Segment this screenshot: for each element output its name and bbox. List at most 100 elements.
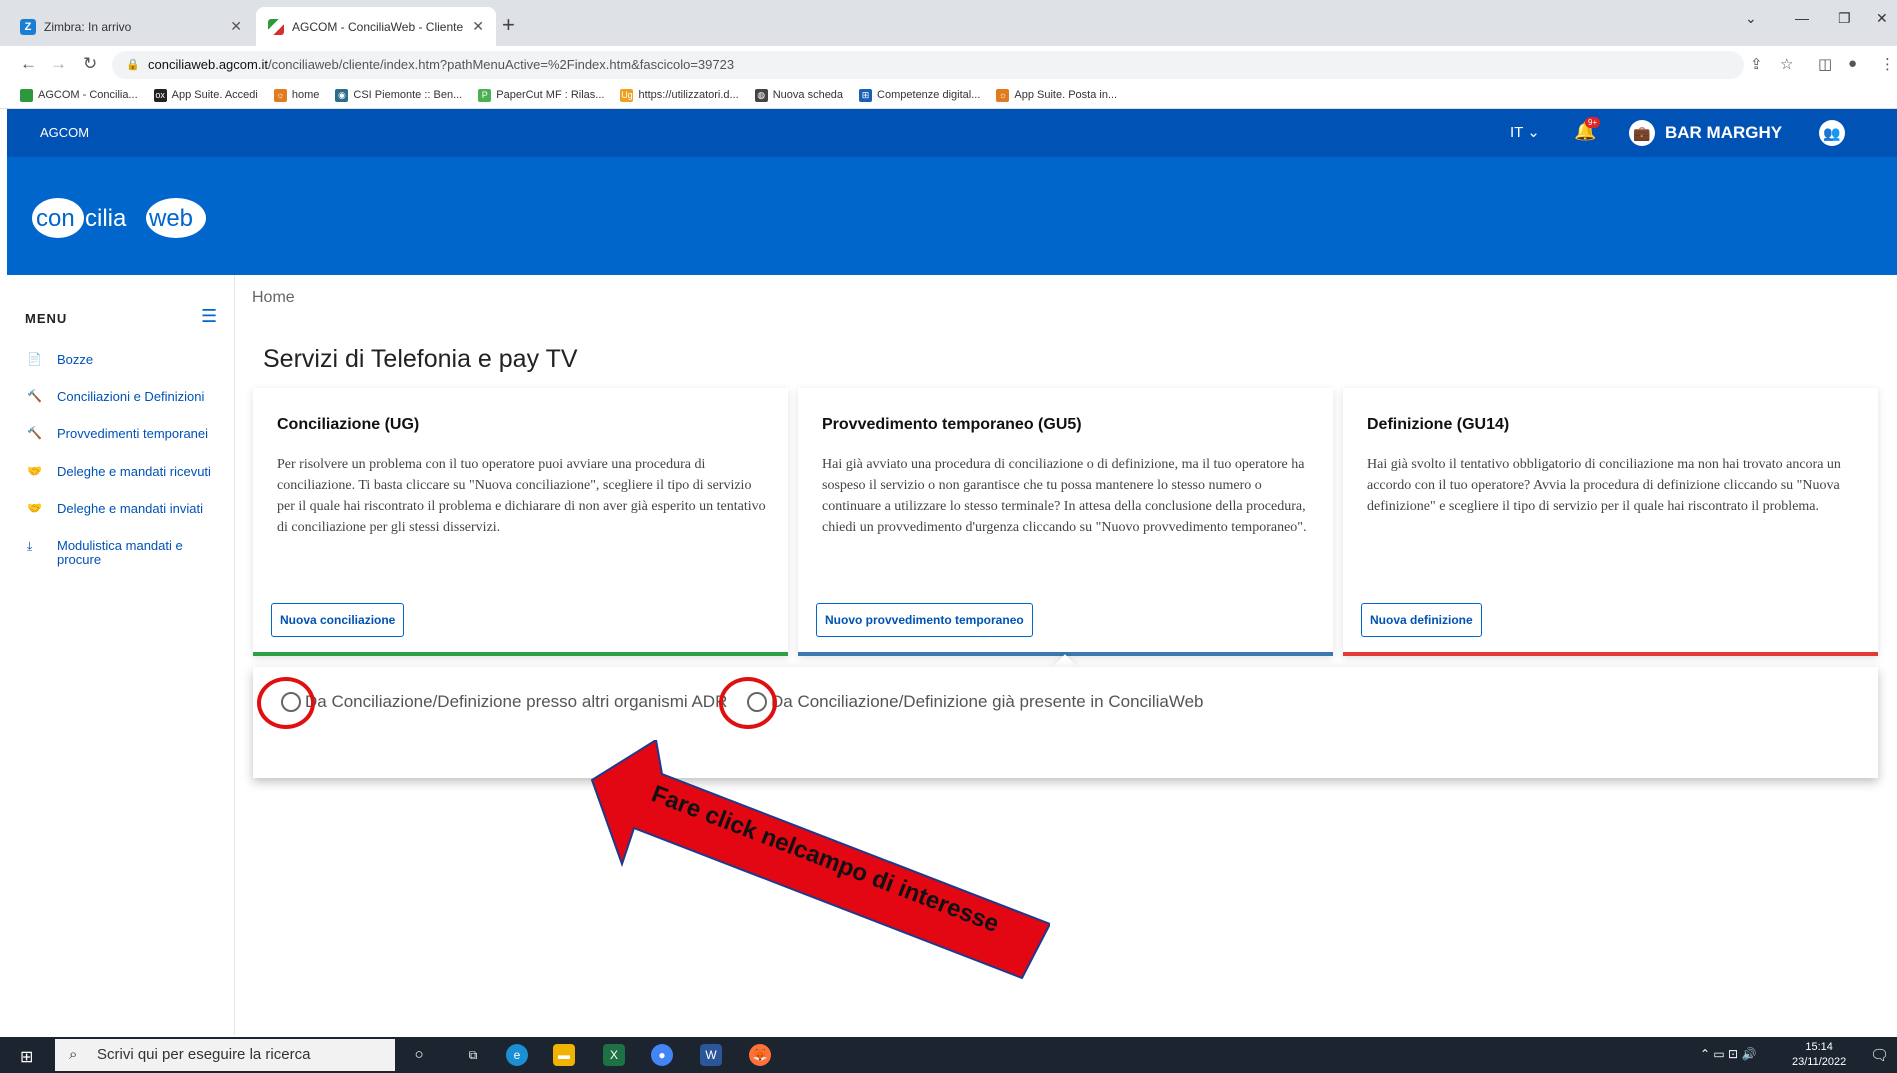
breadcrumb[interactable]: Home [252, 289, 295, 307]
profile-icon[interactable]: ● [1848, 55, 1857, 72]
close-tab-icon[interactable]: ✕ [472, 18, 484, 35]
bookmark-item[interactable]: ☼ App Suite. Posta in... [996, 88, 1118, 102]
action-center-icon[interactable]: 🗨 [1870, 1046, 1889, 1064]
card-title: Provvedimento temporaneo (GU5) [822, 416, 1082, 433]
page-title: Servizi di Telefonia e pay TV [263, 345, 578, 373]
forward-icon[interactable]: → [50, 54, 67, 74]
reload-icon[interactable]: ↻ [83, 54, 97, 74]
word-icon[interactable]: W [700, 1044, 722, 1066]
nuovo-provvedimento-button[interactable]: Nuovo provvedimento temporaneo [816, 603, 1033, 637]
bookmark-item[interactable]: AGCOM - Concilia... [20, 88, 138, 102]
share-icon[interactable]: ⇪ [1750, 55, 1763, 73]
gavel-icon: 🔨 [27, 426, 42, 440]
card-text: Hai già avviato una procedura di concili… [822, 457, 1307, 535]
logo-bar: con cilia web [7, 157, 1897, 275]
file-explorer-icon[interactable]: ▬ [553, 1044, 575, 1066]
sidebar-item-bozze[interactable]: 📄 Bozze [27, 352, 227, 367]
menu-kebab-icon[interactable]: ⋮ [1880, 55, 1895, 73]
windows-start-icon[interactable]: ⊞ [20, 1047, 33, 1067]
user-name[interactable]: BAR MARGHY [1665, 123, 1782, 143]
close-tab-icon[interactable]: ✕ [230, 18, 242, 35]
bookmark-favicon-icon: ⊞ [859, 88, 873, 102]
side-panel-icon[interactable]: ◫ [1818, 55, 1832, 73]
user-group-icon[interactable]: 👥 [1819, 120, 1845, 146]
bookmark-item[interactable]: ox App Suite. Accedi [153, 88, 258, 102]
sidebar-item-label: Bozze [57, 352, 94, 367]
bookmark-favicon-icon: ◉ [335, 88, 349, 102]
bookmark-label: https://utilizzatori.d... [638, 89, 739, 101]
tab-conciliaweb[interactable]: AGCOM - ConciliaWeb - Cliente ✕ [256, 7, 496, 46]
svg-text:con: con [36, 205, 75, 232]
bookmark-label: App Suite. Posta in... [1014, 89, 1118, 101]
option-label: Da Conciliazione/Definizione presso altr… [305, 692, 728, 711]
clock-date: 23/11/2022 [1792, 1056, 1847, 1068]
hamburger-icon[interactable]: ☰ [201, 306, 217, 327]
nuova-definizione-button[interactable]: Nuova definizione [1361, 603, 1482, 637]
sidebar-item-conciliazioni[interactable]: 🔨 Conciliazioni e Definizioni [27, 389, 227, 404]
download-icon: ⤓ [27, 539, 33, 553]
option-conciliaweb[interactable]: Da Conciliazione/Definizione già present… [747, 692, 1203, 712]
task-view-icon[interactable]: ⧉ [462, 1044, 484, 1066]
agcom-favicon-icon [268, 18, 284, 35]
sidebar-item-modulistica[interactable]: ⤓ Modulistica mandati e procure [27, 539, 227, 567]
sidebar-item-deleghe-ricevuti[interactable]: 🤝 Deleghe e mandati ricevuti [27, 464, 227, 479]
bookmark-item[interactable]: Ug https://utilizzatori.d... [620, 88, 739, 102]
bookmark-item[interactable]: ⊞ Competenze digital... [859, 88, 980, 102]
handshake-icon: 🤝 [27, 464, 42, 478]
sidebar-item-provvedimenti[interactable]: 🔨 Provvedimenti temporanei [27, 426, 227, 441]
sidebar-item-deleghe-inviati[interactable]: 🤝 Deleghe e mandati inviati [27, 501, 227, 516]
briefcase-icon: 💼 [1629, 120, 1655, 146]
source-options-panel: Da Conciliazione/Definizione presso altr… [253, 667, 1878, 778]
sidebar-item-label: Conciliazioni e Definizioni [57, 389, 205, 404]
tab-zimbra[interactable]: Z Zimbra: In arrivo ✕ [8, 7, 254, 46]
search-placeholder: Scrivi qui per eseguire la ricerca [97, 1046, 311, 1063]
url-host: conciliaweb.agcom.it [148, 57, 268, 72]
option-altri-organismi[interactable]: Da Conciliazione/Definizione presso altr… [281, 692, 727, 712]
bookmark-favicon-icon: ☼ [996, 88, 1010, 102]
bookmark-item[interactable]: ☼ home [273, 88, 320, 102]
annotation-arrow: Fare click nelcampo di interesse [590, 740, 1050, 980]
restore-icon[interactable]: ❐ [1838, 10, 1851, 27]
search-icon: ⌕ [69, 1046, 78, 1063]
bookmark-item[interactable]: ◍ Nuova scheda [754, 88, 843, 102]
bookmarks-bar: AGCOM - Concilia... ox App Suite. Accedi ☼ h… [0, 82, 1897, 109]
excel-icon[interactable]: X [603, 1044, 625, 1066]
highlight-circle [719, 677, 777, 729]
handshake-icon: 🤝 [27, 501, 42, 515]
org-label: AGCOM [40, 125, 90, 140]
bookmark-item[interactable]: ◉ CSI Piemonte :: Ben... [335, 88, 463, 102]
tab-search-icon[interactable]: ⌄ [1745, 10, 1757, 27]
bookmark-favicon-icon: ox [153, 88, 167, 102]
svg-text:web: web [148, 205, 193, 232]
edge-icon[interactable]: e [506, 1044, 528, 1066]
chrome-icon[interactable]: ● [651, 1044, 673, 1066]
sidebar-item-label: Modulistica mandati e procure [57, 538, 183, 567]
nuova-conciliazione-button[interactable]: Nuova conciliazione [271, 603, 405, 637]
cortana-icon[interactable]: ○ [408, 1044, 430, 1066]
clock[interactable]: 15:14 23/11/2022 [1792, 1040, 1846, 1070]
firefox-icon[interactable]: 🦊 [749, 1044, 771, 1066]
windows-taskbar: ⊞ ⌕ Scrivi qui per eseguire la ricerca ○… [0, 1037, 1897, 1073]
bookmark-item[interactable]: P PaperCut MF : Rilas... [478, 88, 604, 102]
card-definizione: Definizione (GU14) Hai già svolto il ten… [1343, 388, 1878, 656]
bookmark-favicon-icon: ☼ [273, 88, 287, 102]
taskbar-search-input[interactable]: ⌕ Scrivi qui per eseguire la ricerca [55, 1039, 395, 1071]
sidebar-item-label: Provvedimenti temporanei [57, 426, 209, 441]
url-path: /conciliaweb/cliente/index.htm?pathMenuA… [267, 57, 735, 72]
system-tray-icons[interactable]: ⌃ ▭ ⊡ 🔊 [1700, 1047, 1756, 1061]
url-input[interactable]: 🔒 conciliaweb.agcom.it/conciliaweb/clien… [112, 51, 1744, 79]
close-window-icon[interactable]: ✕ [1876, 10, 1888, 27]
sidebar: MENU ☰ 📄 Bozze 🔨 Conciliazioni e Definiz… [7, 275, 235, 1035]
notification-badge: 9+ [1585, 117, 1601, 128]
bookmark-label: home [291, 89, 320, 101]
lock-icon: 🔒 [126, 59, 140, 71]
new-tab-icon[interactable]: + [502, 12, 515, 38]
conciliaweb-logo[interactable]: con cilia web [31, 193, 211, 241]
language-selector[interactable]: IT ⌄ [1510, 123, 1540, 141]
bookmark-star-icon[interactable]: ☆ [1780, 55, 1793, 73]
zimbra-favicon-icon: Z [20, 18, 36, 35]
card-provvedimento: Provvedimento temporaneo (GU5) Hai già a… [798, 388, 1333, 656]
back-icon[interactable]: ← [20, 54, 37, 74]
bookmark-label: CSI Piemonte :: Ben... [353, 89, 463, 101]
minimize-icon[interactable]: — [1795, 10, 1809, 26]
